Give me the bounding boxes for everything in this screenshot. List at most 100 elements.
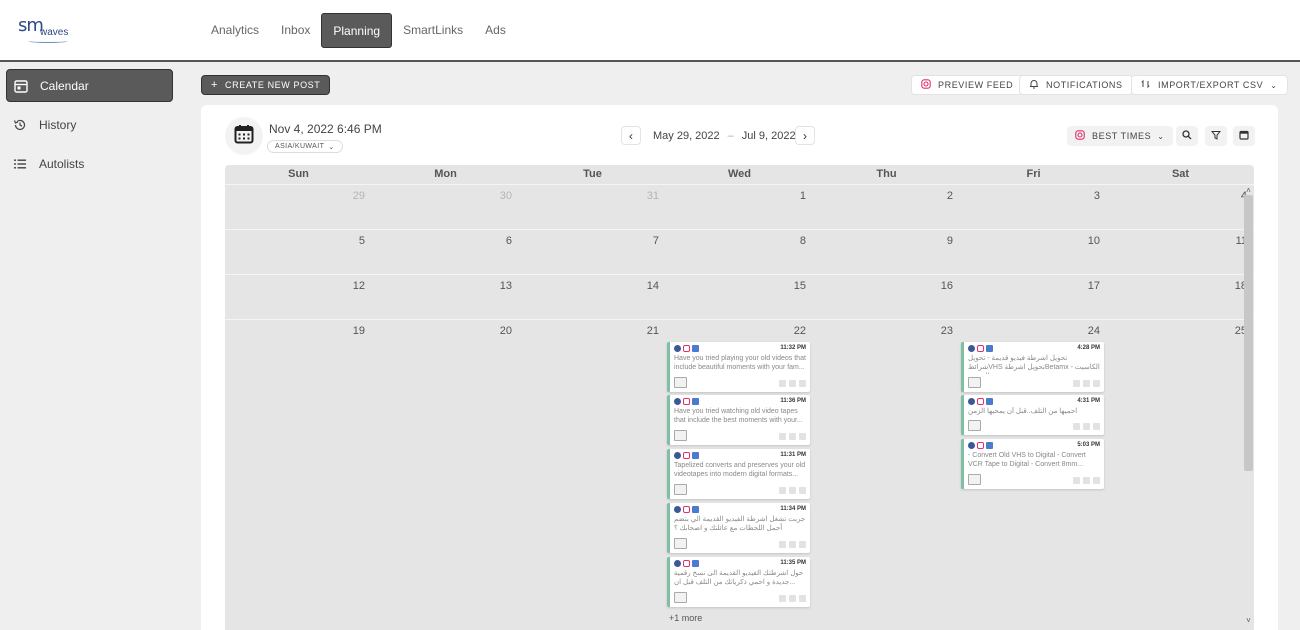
day-number[interactable]: 6: [482, 235, 512, 247]
logo[interactable]: sm waves: [16, 15, 76, 47]
delete-icon[interactable]: [1093, 380, 1100, 387]
post-time: 11:36 PM: [780, 398, 806, 404]
day-number[interactable]: 30: [482, 190, 512, 202]
facebook-icon: [674, 398, 681, 405]
day-number[interactable]: 4: [1217, 190, 1247, 202]
post-card[interactable]: 11:31 PM Tapelized converts and preserves…: [667, 449, 810, 499]
duplicate-icon[interactable]: [789, 541, 796, 548]
day-number[interactable]: 16: [923, 280, 953, 292]
calendar-icon: [234, 124, 254, 149]
nav-smartlinks[interactable]: SmartLinks: [392, 13, 474, 48]
search-button[interactable]: [1176, 126, 1198, 146]
delete-icon[interactable]: [799, 433, 806, 440]
sidebar-item-label: Autolists: [39, 156, 85, 171]
nav-inbox[interactable]: Inbox: [270, 13, 321, 48]
import-export-button[interactable]: IMPORT/EXPORT CSV ⌄: [1131, 75, 1288, 95]
edit-icon[interactable]: [1073, 380, 1080, 387]
preview-feed-button[interactable]: PREVIEW FEED: [911, 75, 1024, 95]
notifications-button[interactable]: NOTIFICATIONS: [1019, 75, 1133, 95]
day-number[interactable]: 7: [629, 235, 659, 247]
day-number[interactable]: 5: [335, 235, 365, 247]
scroll-up-icon[interactable]: ˄: [1244, 186, 1253, 195]
sidebar-item-calendar[interactable]: Calendar: [6, 69, 173, 102]
post-thumbnail: [674, 592, 687, 603]
day-number[interactable]: 8: [776, 235, 806, 247]
day-number[interactable]: 25: [1217, 325, 1247, 337]
sidebar-item-autolists[interactable]: Autolists: [6, 147, 173, 180]
day-number[interactable]: 15: [776, 280, 806, 292]
main-nav: Analytics Inbox Planning SmartLinks Ads: [200, 13, 517, 48]
day-number[interactable]: 1: [776, 190, 806, 202]
duplicate-icon[interactable]: [1083, 477, 1090, 484]
nav-planning[interactable]: Planning: [321, 13, 393, 48]
post-card[interactable]: 11:32 PM Have you tried playing your old …: [667, 342, 810, 392]
day-number[interactable]: 22: [776, 325, 806, 337]
duplicate-icon[interactable]: [1083, 380, 1090, 387]
post-text: - Convert Old VHS to Digital - Convert V…: [968, 452, 1086, 468]
timezone-select[interactable]: ASIA/KUWAIT ⌄: [267, 140, 343, 153]
delete-icon[interactable]: [799, 380, 806, 387]
day-number[interactable]: 11: [1217, 235, 1247, 247]
duplicate-icon[interactable]: [789, 487, 796, 494]
more-posts-link[interactable]: +1 more: [669, 613, 702, 623]
edit-icon[interactable]: [1073, 477, 1080, 484]
day-number[interactable]: 23: [923, 325, 953, 337]
date-icon-button[interactable]: [225, 117, 263, 155]
day-number[interactable]: 12: [335, 280, 365, 292]
instagram-icon: [683, 506, 690, 513]
prev-range-button[interactable]: ‹: [621, 126, 641, 145]
duplicate-icon[interactable]: [1083, 423, 1090, 430]
delete-icon[interactable]: [799, 541, 806, 548]
nav-ads[interactable]: Ads: [474, 13, 517, 48]
post-card[interactable]: 11:36 PM Have you tried watching old vide…: [667, 395, 810, 445]
edit-icon[interactable]: [779, 595, 786, 602]
filter-button[interactable]: [1205, 126, 1227, 146]
day-number[interactable]: 24: [1070, 325, 1100, 337]
day-number[interactable]: 19: [335, 325, 365, 337]
create-post-button[interactable]: + CREATE NEW POST: [201, 75, 331, 95]
sidebar-item-history[interactable]: History: [6, 108, 173, 141]
next-range-button[interactable]: ›: [795, 126, 815, 145]
post-card[interactable]: 4:28 PM تحويل اشرطة فيديو قديمة - تحويل ش…: [961, 342, 1104, 392]
nav-analytics[interactable]: Analytics: [200, 13, 270, 48]
day-number[interactable]: 21: [629, 325, 659, 337]
edit-icon[interactable]: [1073, 423, 1080, 430]
duplicate-icon[interactable]: [789, 433, 796, 440]
post-time: 5:03 PM: [1077, 442, 1100, 448]
scroll-down-icon[interactable]: ˅: [1244, 616, 1253, 625]
day-number[interactable]: 17: [1070, 280, 1100, 292]
day-number[interactable]: 9: [923, 235, 953, 247]
instagram-icon: [683, 398, 690, 405]
day-number[interactable]: 18: [1217, 280, 1247, 292]
best-times-button[interactable]: BEST TIMES ⌄: [1067, 126, 1173, 146]
edit-icon[interactable]: [779, 541, 786, 548]
day-header-sun: Sun: [288, 168, 309, 180]
delete-icon[interactable]: [799, 487, 806, 494]
delete-icon[interactable]: [1093, 423, 1100, 430]
post-actions: [1073, 477, 1100, 484]
post-card[interactable]: 11:34 PM جربت تشغل اشرطة الفيديو القديمة …: [667, 503, 810, 553]
delete-icon[interactable]: [1093, 477, 1100, 484]
post-text: تحويل اشرطة فيديو قديمة - تحويل شرائطVHS…: [968, 355, 1100, 374]
edit-icon[interactable]: [779, 380, 786, 387]
day-number[interactable]: 14: [629, 280, 659, 292]
day-number[interactable]: 20: [482, 325, 512, 337]
day-number[interactable]: 10: [1070, 235, 1100, 247]
duplicate-icon[interactable]: [789, 595, 796, 602]
delete-icon[interactable]: [799, 595, 806, 602]
calendar-view-button[interactable]: [1233, 126, 1255, 146]
bell-icon: [1029, 79, 1039, 92]
day-number[interactable]: 29: [335, 190, 365, 202]
scrollbar-thumb[interactable]: [1244, 195, 1253, 471]
post-card[interactable]: 4:31 PM احميها من التلف..قبل أن يمحيها ال…: [961, 395, 1104, 435]
day-number[interactable]: 3: [1070, 190, 1100, 202]
duplicate-icon[interactable]: [789, 380, 796, 387]
day-number[interactable]: 2: [923, 190, 953, 202]
facebook-icon: [968, 398, 975, 405]
post-card[interactable]: 5:03 PM - Convert Old VHS to Digital - Co…: [961, 439, 1104, 489]
post-card[interactable]: 11:35 PM حول اشرطتك الفيديو القديمة الى ن…: [667, 557, 810, 607]
edit-icon[interactable]: [779, 487, 786, 494]
day-number[interactable]: 31: [629, 190, 659, 202]
day-number[interactable]: 13: [482, 280, 512, 292]
edit-icon[interactable]: [779, 433, 786, 440]
